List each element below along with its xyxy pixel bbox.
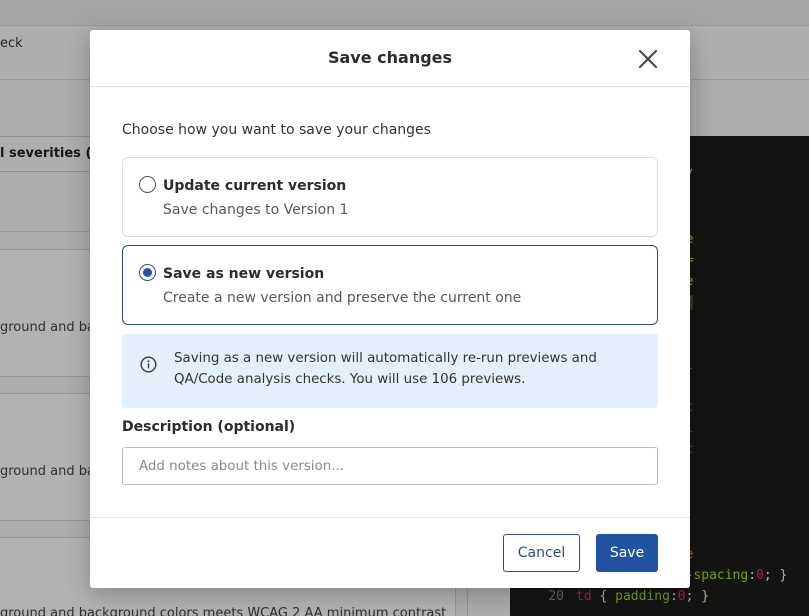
description-label: Description (optional) bbox=[122, 419, 296, 435]
radio-save-as-new-version[interactable] bbox=[139, 264, 156, 281]
option-description: Create a new version and preserve the cu… bbox=[163, 290, 522, 306]
option-update-current-version[interactable]: Update current version Save changes to V… bbox=[122, 157, 658, 237]
option-description: Save changes to Version 1 bbox=[163, 202, 349, 218]
description-input[interactable] bbox=[122, 447, 658, 485]
info-icon bbox=[140, 356, 157, 373]
option-title: Save as new version bbox=[163, 266, 325, 282]
dialog-title: Save changes bbox=[327, 48, 453, 67]
info-notice: Saving as a new version will automatical… bbox=[122, 334, 658, 408]
close-button[interactable] bbox=[635, 47, 661, 71]
cancel-button[interactable]: Cancel bbox=[503, 534, 580, 572]
dialog-footer: Cancel Save bbox=[90, 517, 690, 588]
radio-update-current-version[interactable] bbox=[139, 176, 156, 193]
info-notice-text: Saving as a new version will automatical… bbox=[174, 351, 597, 387]
option-save-as-new-version[interactable]: Save as new version Create a new version… bbox=[122, 245, 658, 325]
save-button[interactable]: Save bbox=[596, 534, 658, 572]
save-options-prompt: Choose how you want to save your changes bbox=[122, 122, 431, 138]
close-icon bbox=[638, 49, 658, 69]
option-title: Update current version bbox=[163, 178, 347, 194]
save-changes-dialog: Save changes Choose how you want to save… bbox=[90, 30, 690, 588]
dialog-header: Save changes bbox=[90, 30, 690, 87]
